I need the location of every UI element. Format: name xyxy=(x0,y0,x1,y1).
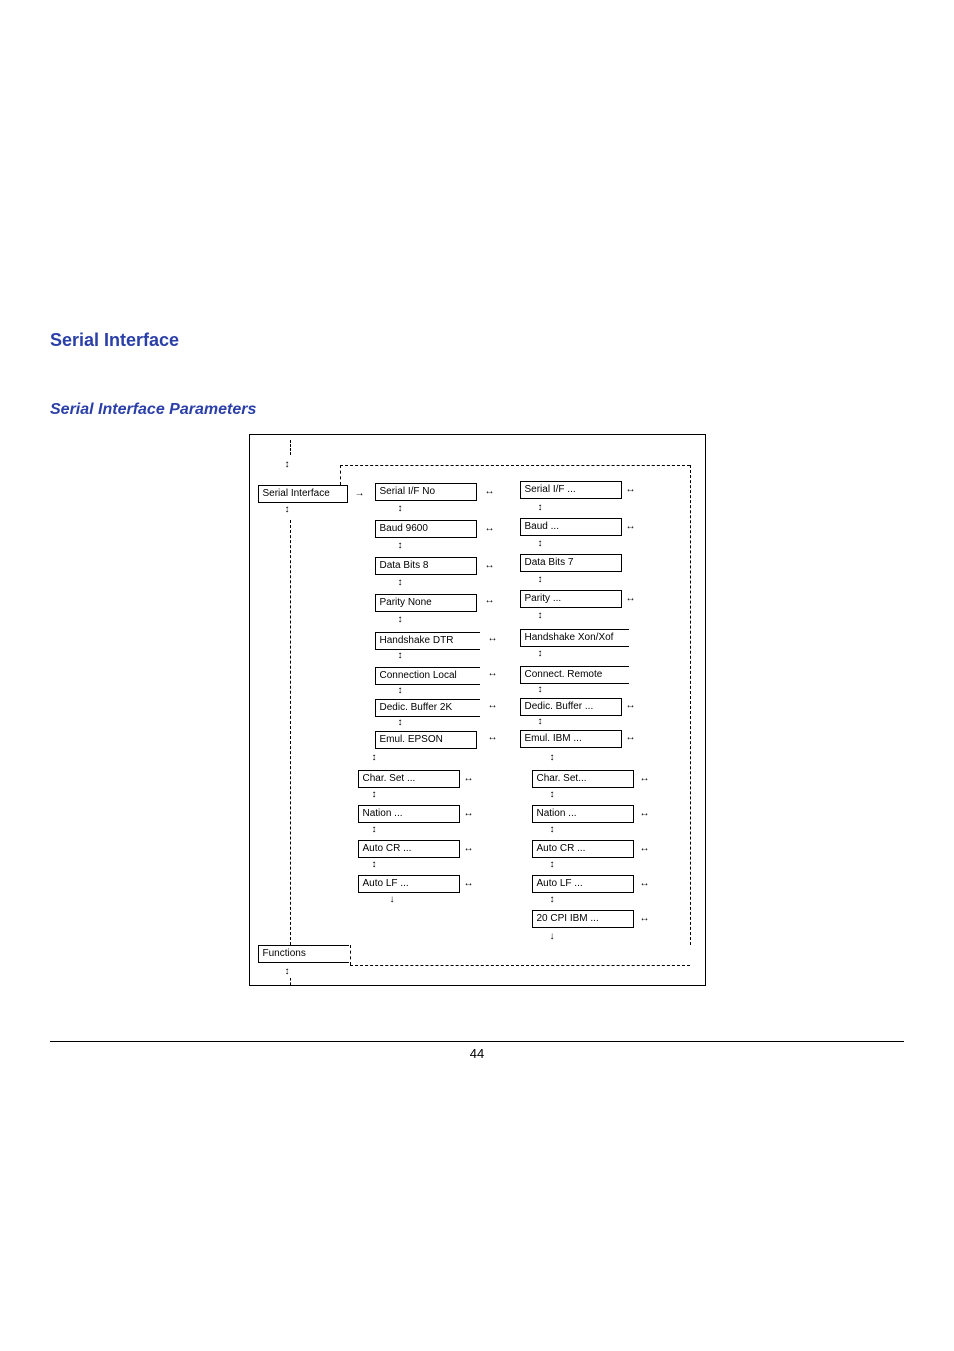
double-arrow-vert-icon: ↕ xyxy=(398,615,403,625)
double-arrow-horiz-icon: ↔ xyxy=(640,844,650,854)
menu-diagram: Serial Interface ↕ ↕ → Serial I/F No ↔ S… xyxy=(249,434,706,986)
double-arrow-vert-icon: ↕ xyxy=(550,860,555,870)
double-arrow-horiz-icon: ↔ xyxy=(488,733,498,743)
node-serial-if-no: Serial I/F No xyxy=(375,483,477,501)
node-dedic-buffer-2k: Dedic. Buffer 2K xyxy=(375,699,480,717)
node-functions: Functions xyxy=(258,945,349,963)
node-handshake-xon: Handshake Xon/Xof xyxy=(520,629,629,647)
double-arrow-vert-icon: ↕ xyxy=(398,578,403,588)
node-dedic-buffer-alt: Dedic. Buffer ... xyxy=(520,698,622,716)
double-arrow-horiz-icon: ↔ xyxy=(626,594,636,604)
double-arrow-vert-icon: ↕ xyxy=(372,790,377,800)
double-arrow-horiz-icon: ↔ xyxy=(626,522,636,532)
double-arrow-horiz-icon: ↔ xyxy=(485,596,495,606)
double-arrow-vert-icon: ↕ xyxy=(372,753,377,763)
node-auto-lf-r: Auto LF ... xyxy=(532,875,634,893)
node-baud-9600: Baud 9600 xyxy=(375,520,477,538)
double-arrow-horiz-icon: ↔ xyxy=(626,485,636,495)
node-emul-epson: Emul. EPSON xyxy=(375,731,477,749)
double-arrow-vert-icon: ↕ xyxy=(398,651,403,661)
node-data-bits-8: Data Bits 8 xyxy=(375,557,477,575)
double-arrow-horiz-icon: ↔ xyxy=(488,669,498,679)
arrow-down-icon: ↓ xyxy=(390,895,395,905)
double-arrow-horiz-icon: ↔ xyxy=(640,914,650,924)
page-rule xyxy=(50,1041,904,1042)
double-arrow-horiz-icon: ↔ xyxy=(464,844,474,854)
double-arrow-vert-icon: ↕ xyxy=(538,611,543,621)
node-auto-cr-r: Auto CR ... xyxy=(532,840,634,858)
node-serial-if-alt: Serial I/F ... xyxy=(520,481,622,499)
double-arrow-horiz-icon: ↔ xyxy=(640,774,650,784)
node-connect-remote: Connect. Remote xyxy=(520,666,629,684)
double-arrow-vert-icon: ↕ xyxy=(538,649,543,659)
node-connection-local: Connection Local xyxy=(375,667,480,685)
double-arrow-horiz-icon: ↔ xyxy=(464,774,474,784)
node-char-set-r: Char. Set... xyxy=(532,770,634,788)
double-arrow-vert-icon: ↕ xyxy=(550,895,555,905)
node-auto-lf-l: Auto LF ... xyxy=(358,875,460,893)
double-arrow-horiz-icon: ↔ xyxy=(640,809,650,819)
double-arrow-vert-icon: ↕ xyxy=(550,790,555,800)
double-arrow-vert-icon: ↕ xyxy=(538,503,543,513)
double-arrow-horiz-icon: ↔ xyxy=(464,879,474,889)
double-arrow-vert-icon: ↕ xyxy=(398,504,403,514)
arrow-down-icon: ↓ xyxy=(550,932,555,942)
double-arrow-vert-icon: ↕ xyxy=(538,575,543,585)
node-data-bits-7: Data Bits 7 xyxy=(520,554,622,572)
node-parity-none: Parity None xyxy=(375,594,477,612)
double-arrow-vert-icon: ↕ xyxy=(372,825,377,835)
double-arrow-vert-icon: ↕ xyxy=(550,753,555,763)
double-arrow-horiz-icon: ↔ xyxy=(488,634,498,644)
double-arrow-horiz-icon: ↔ xyxy=(626,701,636,711)
section-title: Serial Interface xyxy=(50,330,904,351)
double-arrow-vert-icon: ↕ xyxy=(538,685,543,695)
double-arrow-vert-icon: ↕ xyxy=(285,505,290,515)
double-arrow-vert-icon: ↕ xyxy=(538,717,543,727)
double-arrow-vert-icon: ↕ xyxy=(398,718,403,728)
node-emul-ibm: Emul. IBM ... xyxy=(520,730,622,748)
node-serial-interface: Serial Interface xyxy=(258,485,348,503)
double-arrow-vert-icon: ↕ xyxy=(285,460,290,470)
node-nation-l: Nation ... xyxy=(358,805,460,823)
double-arrow-horiz-icon: ↔ xyxy=(626,733,636,743)
node-handshake-dtr: Handshake DTR xyxy=(375,632,480,650)
double-arrow-horiz-icon: ↔ xyxy=(485,524,495,534)
double-arrow-vert-icon: ↕ xyxy=(372,860,377,870)
node-auto-cr-l: Auto CR ... xyxy=(358,840,460,858)
double-arrow-horiz-icon: ↔ xyxy=(485,487,495,497)
node-20-cpi-ibm: 20 CPI IBM ... xyxy=(532,910,634,928)
double-arrow-vert-icon: ↕ xyxy=(550,825,555,835)
double-arrow-vert-icon: ↕ xyxy=(285,967,290,977)
double-arrow-horiz-icon: ↔ xyxy=(485,561,495,571)
section-subtitle: Serial Interface Parameters xyxy=(50,401,904,419)
node-char-set-l: Char. Set ... xyxy=(358,770,460,788)
node-baud-alt: Baud ... xyxy=(520,518,622,536)
page-number: 44 xyxy=(0,1046,954,1061)
double-arrow-horiz-icon: ↔ xyxy=(464,809,474,819)
node-nation-r: Nation ... xyxy=(532,805,634,823)
arrow-right-icon: → xyxy=(355,489,365,499)
double-arrow-vert-icon: ↕ xyxy=(538,539,543,549)
double-arrow-vert-icon: ↕ xyxy=(398,686,403,696)
double-arrow-horiz-icon: ↔ xyxy=(640,879,650,889)
double-arrow-vert-icon: ↕ xyxy=(398,541,403,551)
node-parity-alt: Parity ... xyxy=(520,590,622,608)
double-arrow-horiz-icon: ↔ xyxy=(488,701,498,711)
